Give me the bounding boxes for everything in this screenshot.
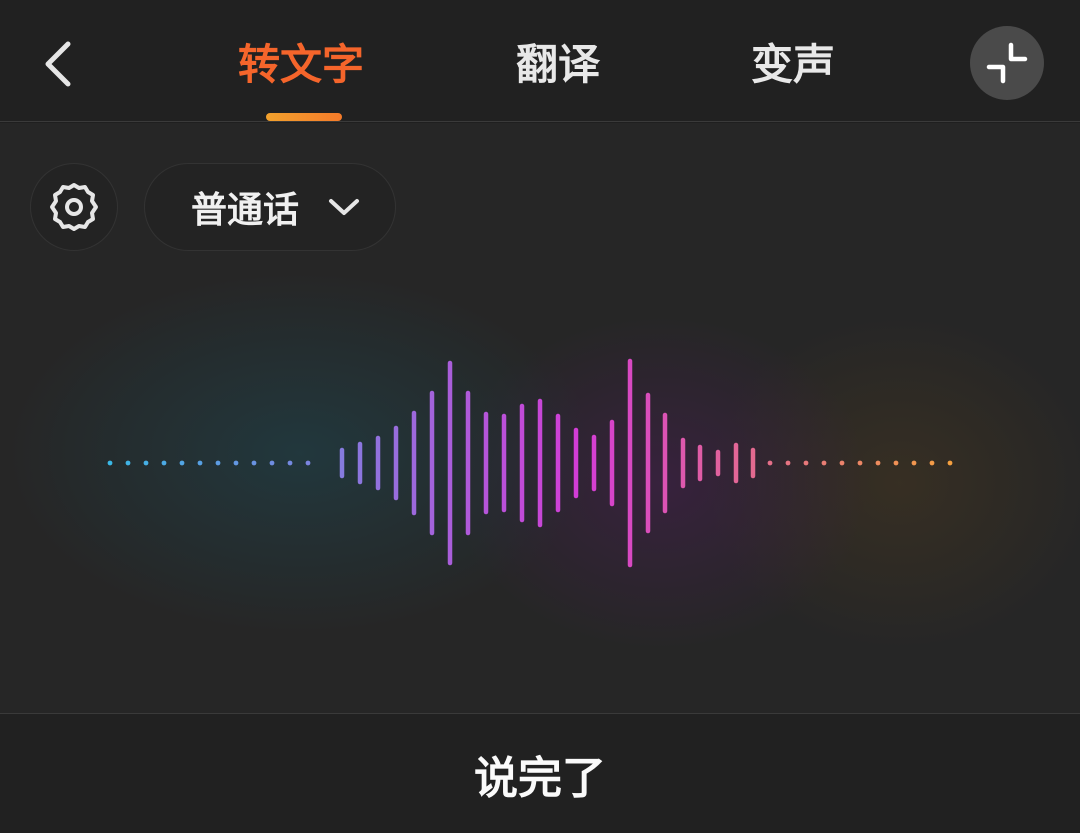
waveform-dot (125, 460, 131, 466)
waveform-dot (911, 460, 917, 466)
waveform-dot (929, 460, 935, 466)
done-speaking-button[interactable]: 说完了 (450, 734, 630, 814)
tab-voice-change[interactable]: 变声 (751, 36, 835, 94)
waveform-dot (785, 460, 791, 466)
waveform-dot (305, 460, 311, 466)
waveform-dot (287, 460, 293, 466)
top-bar: 转文字 翻译 变声 (0, 0, 1080, 122)
minimize-icon (986, 42, 1028, 84)
waveform-dot (947, 460, 953, 466)
waveform-dot (893, 460, 899, 466)
waveform-dot (251, 460, 257, 466)
waveform-dot (839, 460, 845, 466)
waveform-dot (803, 460, 809, 466)
active-tab-indicator (266, 113, 342, 121)
chevron-left-icon (45, 41, 71, 87)
tab-transcribe[interactable]: 转文字 (238, 36, 364, 94)
tab-translate[interactable]: 翻译 (516, 36, 600, 94)
waveform-dot (857, 460, 863, 466)
language-label: 普通话 (191, 190, 300, 231)
waveform-dot (107, 460, 113, 466)
waveform-dot (179, 460, 185, 466)
waveform-dot (269, 460, 275, 466)
waveform-dot (197, 460, 203, 466)
waveform-dot (875, 460, 881, 466)
waveform-dot (233, 460, 239, 466)
waveform-dot (821, 460, 827, 466)
chevron-down-icon (329, 199, 360, 215)
language-select[interactable]: 普通话 (144, 163, 396, 251)
settings-button[interactable] (30, 163, 118, 251)
minimize-button[interactable] (970, 26, 1044, 100)
waveform-dot (143, 460, 149, 466)
gear-icon (50, 183, 98, 231)
recording-panel: 普通话 (0, 123, 1080, 713)
back-button[interactable] (30, 36, 86, 92)
waveform-dot (215, 460, 221, 466)
bottom-bar: 说完了 (0, 713, 1080, 833)
waveform-dot (767, 460, 773, 466)
waveform-dot (161, 460, 167, 466)
